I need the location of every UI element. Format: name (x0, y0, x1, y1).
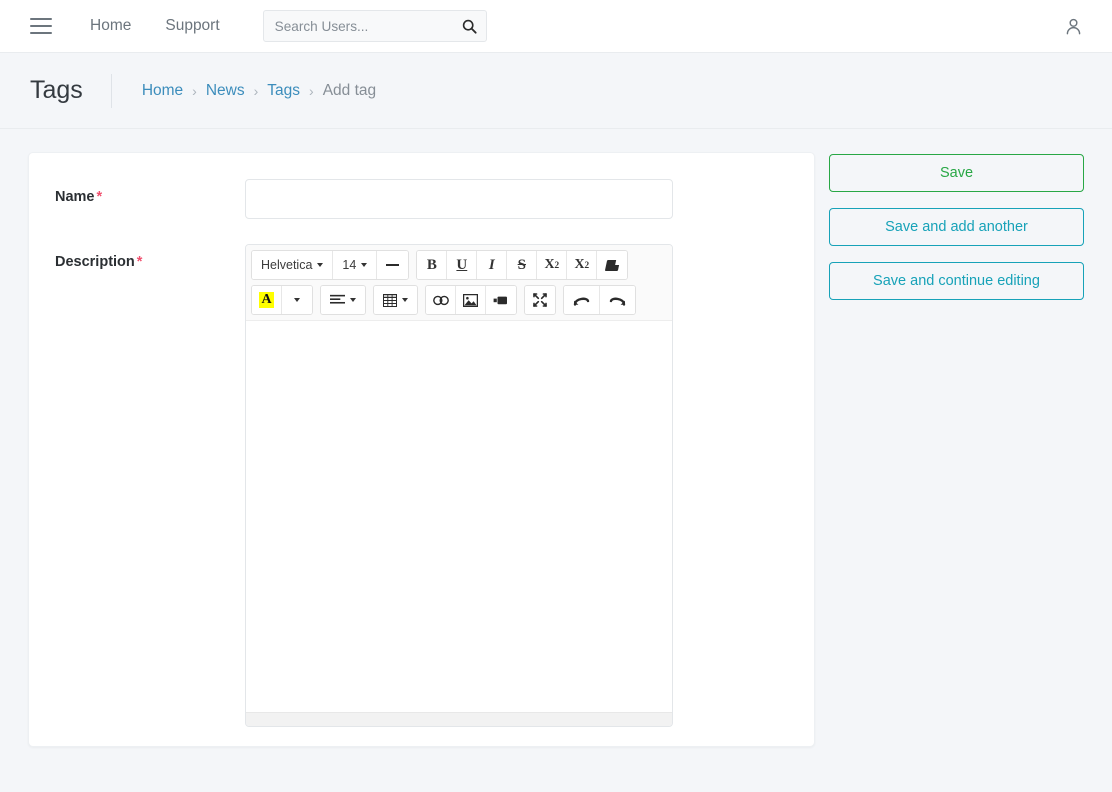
video-icon (493, 296, 507, 304)
chevron-down-icon (350, 298, 356, 302)
save-and-add-another-button[interactable]: Save and add another (829, 208, 1084, 246)
undo-button[interactable] (564, 286, 600, 314)
toolbar-group-history (563, 285, 636, 315)
image-icon (463, 293, 478, 307)
header-divider (110, 73, 112, 108)
description-label-text: Description (55, 254, 135, 270)
toolbar-group-view (524, 285, 556, 315)
toolbar-group-table (373, 285, 418, 315)
breadcrumb: Home › News › Tags › Add tag (142, 82, 376, 100)
required-marker: * (96, 189, 103, 205)
page-header: Tags Home › News › Tags › Add tag (0, 53, 1112, 129)
editor-toolbar-row-2: A (251, 285, 668, 315)
chevron-down-icon (317, 263, 324, 267)
form-row-description: Description * Helvetica 14 B U I S X 2 X… (29, 244, 814, 727)
table-button[interactable] (374, 286, 417, 314)
underline-button[interactable]: U (447, 251, 478, 279)
font-family-select[interactable]: Helvetica (252, 251, 334, 279)
toolbar-group-color: A (251, 285, 313, 315)
user-menu-button[interactable] (1056, 9, 1090, 43)
form-row-name: Name * (29, 179, 814, 219)
hamburger-line (30, 18, 52, 21)
toolbar-group-insert (425, 285, 517, 315)
text-color-dropdown[interactable] (282, 286, 312, 314)
clear-formatting-button[interactable] (597, 251, 628, 279)
form-card: Name * Description * Helvetica 14 B U I … (28, 152, 815, 747)
breadcrumb-item-current: Add tag (322, 81, 377, 99)
redo-button[interactable] (600, 286, 635, 314)
font-family-label: Helvetica (261, 258, 313, 272)
required-marker: * (136, 254, 143, 270)
font-size-select[interactable]: 14 (333, 251, 378, 279)
text-color-icon: A (259, 292, 274, 308)
breadcrumb-item-tags[interactable]: Tags (267, 82, 300, 100)
toolbar-group-align (320, 285, 366, 315)
redo-icon (609, 297, 626, 306)
name-label-text: Name (55, 189, 95, 205)
chevron-down-icon (294, 298, 300, 302)
toolbar-group-text-style: B U I S X2 X2 (416, 250, 629, 280)
description-label: Description * (55, 244, 245, 270)
search-icon (462, 19, 477, 34)
save-button[interactable]: Save (829, 154, 1084, 192)
superscript-base: X (544, 257, 555, 272)
insert-video-button[interactable] (486, 286, 516, 314)
top-navigation-bar: Home Support (0, 0, 1112, 53)
name-input[interactable] (245, 179, 673, 219)
breadcrumb-item-news[interactable]: News (206, 82, 245, 100)
insert-link-button[interactable] (426, 286, 456, 314)
user-icon (1066, 18, 1080, 34)
breadcrumb-item-home[interactable]: Home (142, 82, 183, 100)
content-area: Name * Description * Helvetica 14 B U I … (0, 129, 1112, 747)
save-and-continue-editing-button[interactable]: Save and continue editing (829, 262, 1084, 300)
nav-link-home[interactable]: Home (79, 11, 142, 41)
subscript-button[interactable]: X2 (567, 251, 598, 279)
font-size-label: 14 (342, 258, 357, 272)
superscript-exponent: 2 (554, 260, 560, 270)
page-title: Tags (30, 76, 83, 104)
align-button[interactable] (321, 286, 365, 314)
text-color-button[interactable]: A (252, 286, 282, 314)
bold-button[interactable]: B (417, 251, 448, 279)
action-buttons-panel: Save Save and add another Save and conti… (829, 152, 1084, 300)
fullscreen-icon (533, 293, 547, 307)
strikethrough-button[interactable]: S (507, 251, 538, 279)
horizontal-rule-button[interactable] (377, 251, 409, 279)
nav-link-support[interactable]: Support (154, 11, 230, 41)
editor-toolbar-row-1: Helvetica 14 B U I S X 2 X 2 (251, 250, 668, 280)
link-icon (432, 295, 449, 305)
name-label: Name * (55, 179, 245, 205)
hamburger-icon[interactable] (30, 18, 52, 34)
chevron-down-icon (402, 298, 408, 302)
chevron-down-icon (361, 263, 368, 267)
rich-text-editor: Helvetica 14 B U I S X 2 X 2 A (245, 244, 673, 727)
table-icon (383, 293, 397, 307)
editor-toolbar: Helvetica 14 B U I S X 2 X 2 A (246, 245, 672, 321)
subscript-index: 2 (584, 260, 590, 270)
editor-resize-handle[interactable] (246, 712, 672, 726)
editor-content-area[interactable] (246, 321, 672, 712)
undo-icon (573, 297, 590, 306)
insert-image-button[interactable] (456, 286, 486, 314)
eraser-icon (604, 259, 620, 271)
search-button[interactable] (453, 10, 487, 42)
breadcrumb-separator: › (309, 82, 314, 99)
align-left-icon (330, 294, 345, 304)
horizontal-rule-icon (386, 263, 400, 267)
subscript-base: X (574, 257, 585, 272)
search-box (262, 10, 487, 42)
hamburger-line (30, 31, 52, 34)
hamburger-line (30, 24, 52, 28)
toolbar-group-font: Helvetica 14 (251, 250, 410, 280)
breadcrumb-separator: › (192, 82, 197, 99)
fullscreen-button[interactable] (525, 286, 555, 314)
superscript-button[interactable]: X2 (537, 251, 568, 279)
italic-button[interactable]: I (477, 251, 508, 279)
breadcrumb-separator: › (253, 82, 259, 99)
